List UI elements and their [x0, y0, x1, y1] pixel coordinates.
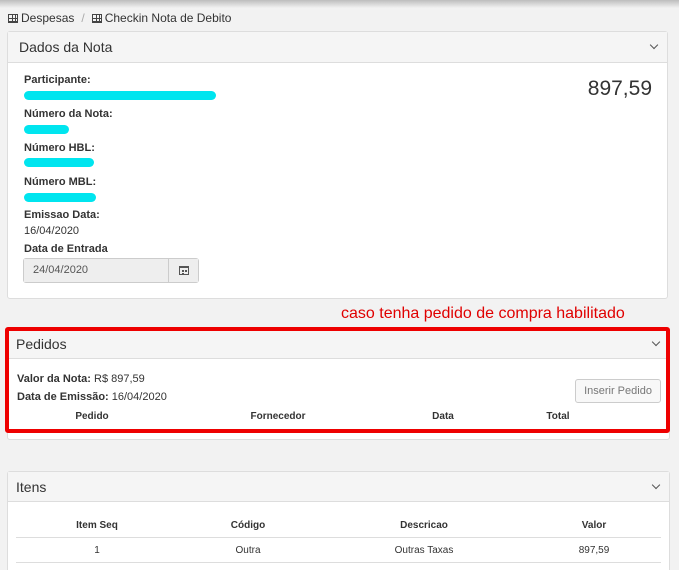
valor-nota-row: Valor da Nota: R$ 897,59 [17, 373, 145, 385]
data-emissao-value: 16/04/2020 [111, 391, 167, 403]
breadcrumb-item-despesas[interactable]: Despesas [8, 11, 74, 25]
numero-mbl-label: Número MBL: [24, 176, 97, 188]
data-entrada-label: Data de Entrada [24, 243, 108, 255]
column-header-item-seq[interactable]: Item Seq [76, 520, 118, 531]
redacted-numero-hbl [24, 158, 94, 167]
calendar-button[interactable] [169, 259, 198, 282]
emissao-data-label: Emissao Data: [24, 209, 100, 221]
data-emissao-row: Data de Emissão: 16/04/2020 [17, 391, 167, 403]
breadcrumb-label: Checkin Nota de Debito [104, 11, 232, 25]
panel-title: Dados da Nota [19, 39, 113, 55]
pedidos-panel: Pedidos Valor da Nota: R$ 897,59 Data de… [7, 330, 670, 440]
emissao-data-value: 16/04/2020 [24, 225, 80, 237]
panel-heading[interactable]: Dados da Nota [8, 32, 667, 63]
panel-heading[interactable]: Pedidos [8, 331, 669, 359]
column-header-valor[interactable]: Valor [582, 520, 606, 531]
calendar-icon [179, 266, 189, 275]
table-divider [16, 562, 661, 563]
breadcrumb-separator: / [81, 11, 85, 25]
valor-nota-value: R$ 897,59 [94, 373, 145, 385]
cell-descricao: Outras Taxas [394, 545, 454, 556]
column-header-descricao[interactable]: Descricao [400, 520, 448, 531]
participante-label: Participante: [24, 74, 91, 86]
chevron-down-icon[interactable] [649, 40, 659, 50]
table-icon [8, 13, 18, 23]
cell-codigo: Outra [235, 545, 261, 556]
panel-title: Itens [16, 479, 47, 495]
itens-panel: Itens Item Seq Código Descricao Valor 1 … [7, 471, 670, 570]
data-emissao-label: Data de Emissão: [17, 391, 109, 403]
top-shadow [0, 0, 679, 8]
data-entrada-value[interactable]: 24/04/2020 [24, 259, 169, 282]
breadcrumb-label: Despesas [21, 11, 75, 25]
valor-nota-label: Valor da Nota: [17, 373, 91, 385]
redacted-participante [24, 91, 216, 100]
dados-da-nota-panel: Dados da Nota 897,59 Participante: Númer… [7, 31, 668, 299]
note-amount: 897,59 [587, 77, 652, 100]
table-icon [91, 13, 102, 23]
column-header-codigo[interactable]: Código [231, 520, 265, 531]
table-divider [16, 537, 661, 538]
breadcrumb: Despesas / Checkin Nota de Debito [8, 10, 231, 26]
panel-heading[interactable]: Itens [8, 472, 669, 502]
panel-title: Pedidos [16, 336, 67, 352]
redacted-numero-nota [24, 125, 69, 134]
annotation-text: caso tenha pedido de compra habilitado [341, 305, 625, 322]
column-header-total[interactable]: Total [546, 411, 569, 422]
column-header-fornecedor[interactable]: Fornecedor [250, 411, 305, 422]
breadcrumb-item-checkin[interactable]: Checkin Nota de Debito [91, 11, 232, 25]
column-header-pedido[interactable]: Pedido [75, 411, 108, 422]
redacted-numero-mbl [24, 193, 96, 202]
data-entrada-input[interactable]: 24/04/2020 [23, 258, 199, 283]
inserir-pedido-button[interactable]: Inserir Pedido [575, 379, 661, 403]
cell-valor: 897,59 [578, 545, 610, 556]
chevron-down-icon[interactable] [651, 337, 661, 347]
column-header-data[interactable]: Data [432, 411, 454, 422]
numero-hbl-label: Número HBL: [24, 142, 95, 154]
cell-item-seq: 1 [94, 545, 100, 556]
chevron-down-icon[interactable] [651, 480, 661, 490]
numero-nota-label: Número da Nota: [24, 108, 113, 120]
